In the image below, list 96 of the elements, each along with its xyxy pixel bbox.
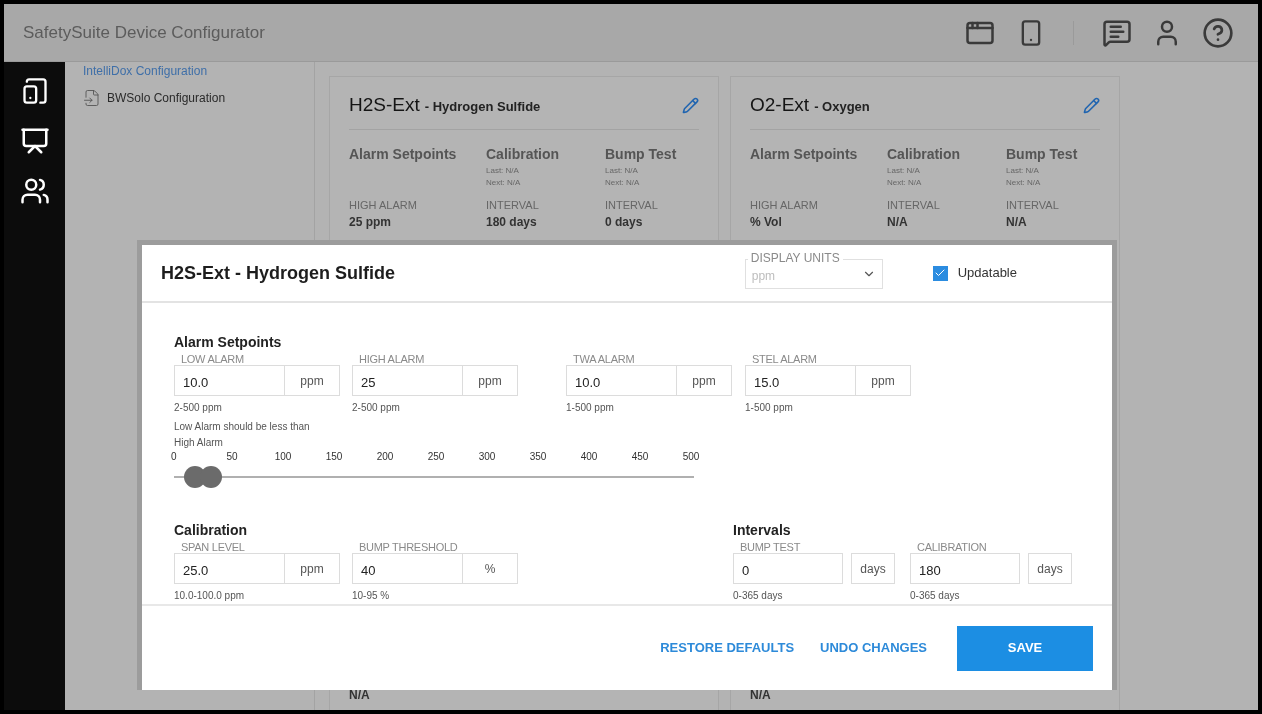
text-button[interactable]: RESTORE DEFAULTS (660, 638, 795, 658)
date-note: Last: N/A (605, 164, 639, 177)
checkbox[interactable] (932, 265, 948, 281)
date-note: Next: N/A (1006, 176, 1042, 189)
date-note: Next: N/A (605, 176, 641, 189)
edit-icon[interactable] (1083, 96, 1100, 114)
slider-thumb[interactable] (200, 466, 222, 488)
unit-label: ppm (856, 365, 911, 396)
field-label: DISPLAY UNITS (747, 251, 843, 265)
range-hint: 1-500 ppm (745, 401, 794, 415)
nav-item[interactable]: BWSolo Configuration (83, 88, 314, 108)
sensor-name: O2-Ext (750, 93, 810, 117)
input-field[interactable]: 25.0 (174, 553, 285, 584)
input-field[interactable]: 0 (733, 553, 843, 584)
unit-label: days (851, 553, 895, 584)
scale-label: 100 (273, 450, 293, 464)
dialog-title: H2S-Ext - Hydrogen Sulfide (161, 261, 397, 285)
field-label: LOW ALARM (179, 353, 246, 365)
range-hint: 0-365 days (733, 589, 784, 603)
field-label: CALIBRATION (915, 541, 989, 553)
field-value: N/A (349, 687, 371, 704)
input-field[interactable]: 10.0 (174, 365, 285, 396)
field-value: N/A (750, 687, 772, 704)
field-label: HIGH ALARM (357, 353, 427, 365)
field-value: 180 days (486, 214, 538, 231)
field-label: SPAN LEVEL (179, 541, 247, 553)
section-title: Intervals (733, 521, 792, 540)
date-note: Last: N/A (486, 164, 520, 177)
scale-label: 200 (375, 450, 395, 464)
section-title: Calibration (887, 144, 962, 164)
input-field[interactable]: 25 (352, 365, 463, 396)
field-value: % Vol (750, 214, 783, 231)
updatable-checkbox[interactable]: Updatable (932, 263, 1017, 283)
range-hint: 0-365 days (910, 589, 961, 603)
section-title: Alarm Setpoints (174, 333, 283, 352)
date-note: Next: N/A (486, 176, 522, 189)
section-title: Alarm Setpoints (349, 144, 458, 164)
section-title: Calibration (174, 521, 249, 540)
field-value: N/A (1006, 214, 1028, 231)
scale-label: 400 (579, 450, 599, 464)
date-note: Next: N/A (887, 176, 923, 189)
scale-label: 0 (171, 450, 178, 464)
input-field[interactable]: 180 (910, 553, 1020, 584)
section-title: Alarm Setpoints (750, 144, 859, 164)
field-label: STEL ALARM (750, 353, 819, 365)
field-label: BUMP THRESHOLD (357, 541, 460, 553)
unit-label: ppm (285, 553, 340, 584)
section-title: Calibration (486, 144, 561, 164)
unit-label: ppm (463, 365, 518, 396)
field-value: 0 days (605, 214, 644, 231)
device-icon[interactable] (20, 76, 49, 106)
help-icon[interactable] (1202, 16, 1234, 49)
edit-icon[interactable] (682, 96, 699, 114)
sensor-name: H2S-Ext (349, 93, 420, 117)
scale-label: 250 (426, 450, 446, 464)
validation-note: Low Alarm should be less than High Alarm (174, 420, 311, 450)
input-field[interactable]: 10.0 (566, 365, 677, 396)
section-title: Bump Test (1006, 144, 1079, 164)
range-hint: 2-500 ppm (174, 401, 223, 415)
section-title: Bump Test (605, 144, 678, 164)
field-label: INTERVAL (1006, 197, 1060, 213)
group-icon[interactable] (19, 176, 50, 206)
unit-label: ppm (285, 365, 340, 396)
date-note: Last: N/A (887, 164, 921, 177)
unit-label: ppm (677, 365, 732, 396)
field-label: INTERVAL (605, 197, 659, 213)
unit-label: % (463, 553, 518, 584)
unit-label: days (1028, 553, 1072, 584)
scale-label: 50 (225, 450, 239, 464)
field-label: INTERVAL (486, 197, 540, 213)
scale-label: 350 (528, 450, 548, 464)
field-label: HIGH ALARM (750, 197, 819, 213)
scale-label: 450 (630, 450, 650, 464)
check-icon (934, 267, 947, 279)
scale-label: 150 (324, 450, 344, 464)
field-label: TWA ALARM (571, 353, 637, 365)
text-button[interactable]: UNDO CHANGES (820, 638, 927, 658)
file-icon (83, 88, 101, 108)
app-title: SafetySuite Device Configurator (23, 21, 266, 44)
date-note: Last: N/A (1006, 164, 1040, 177)
gas-name: - Hydrogen Sulfide (424, 98, 541, 116)
range-hint: 10.0-100.0 ppm (174, 589, 246, 603)
range-hint: 1-500 ppm (566, 401, 615, 415)
scale-label: 300 (477, 450, 497, 464)
field-label: BUMP TEST (738, 541, 803, 553)
range-hint: 2-500 ppm (352, 401, 401, 415)
field-label: HIGH ALARM (349, 197, 418, 213)
input-field[interactable]: 15.0 (745, 365, 856, 396)
field-value: 25 ppm (349, 214, 392, 231)
input-field[interactable]: 40 (352, 553, 463, 584)
chart-board-icon[interactable] (19, 126, 50, 156)
range-hint: 10-95 % (352, 589, 391, 603)
field-value: N/A (887, 214, 909, 231)
field-label: INTERVAL (887, 197, 941, 213)
scale-label: 500 (681, 450, 701, 464)
gas-name: - Oxygen (814, 98, 870, 116)
